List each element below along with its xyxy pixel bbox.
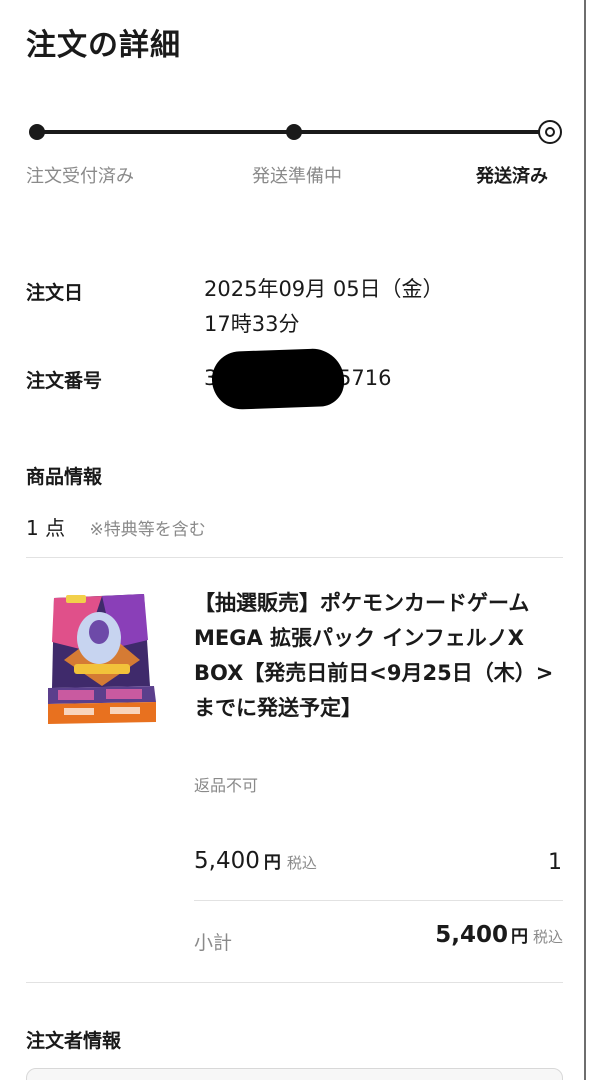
orderer-info-card [26,1068,563,1080]
order-number-end: 5716 [338,366,392,390]
order-date-value: 2025年09月 05日（金） 17時33分 [204,272,444,342]
return-policy-note: 返品不可 [194,776,259,795]
item-count: 1 点 [26,516,66,540]
subtotal-amount: 5,400 [435,922,508,948]
order-date-line: 2025年09月 05日（金） [204,277,444,301]
shipping-progress-tracker [26,118,566,148]
product-image[interactable] [44,590,160,726]
item-price-currency: 円 [263,853,281,873]
item-price: 5,400 円税込 [194,848,317,874]
item-price-value: 5,400 [194,848,260,874]
order-time-line: 17時33分 [204,312,300,336]
progress-step-1-dot [29,124,45,140]
item-quantity: 1 [548,850,562,875]
progress-step-3-label: 発送済み [476,166,548,187]
product-info-heading: 商品情報 [26,466,103,488]
page-edge-border [584,0,586,1080]
subtotal-currency: 円 [510,927,528,947]
subtotal-label: 小計 [194,932,233,954]
divider [194,900,563,901]
item-count-row: 1 点 ※特典等を含む [26,512,206,541]
page-title: 注文の詳細 [26,28,181,63]
redaction-mark [211,347,345,411]
divider [26,557,563,558]
subtotal-tax-label: 税込 [532,928,563,946]
progress-step-2-label: 発送準備中 [252,166,342,187]
order-number-label: 注文番号 [26,370,103,392]
order-date-label: 注文日 [26,282,84,304]
item-count-note: ※特典等を含む [89,520,206,540]
divider [26,982,563,983]
orderer-info-heading: 注文者情報 [26,1030,122,1052]
product-title-link[interactable]: 【抽選販売】ポケモンカードゲーム MEGA 拡張パック インフェルノX BOX【… [194,586,566,726]
pokemon-card-booster-box-icon [48,594,156,724]
subtotal-value: 5,400 円税込 [435,922,563,948]
progress-step-2-dot [286,124,302,140]
item-price-tax-label: 税込 [286,854,317,872]
progress-step-1-label: 注文受付済み [26,166,134,187]
progress-step-3-current-dot [538,120,562,144]
